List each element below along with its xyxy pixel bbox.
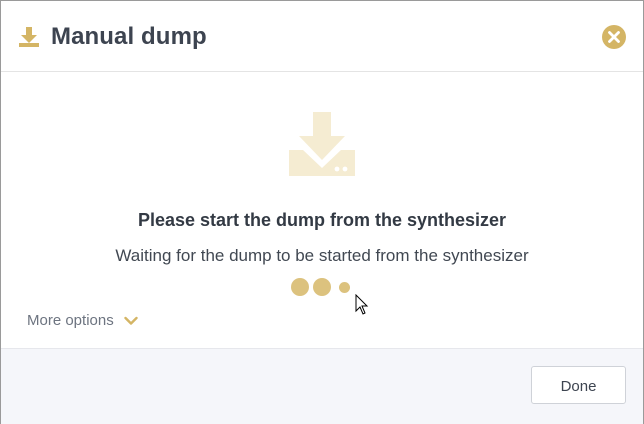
waiting-message: Waiting for the dump to be started from …	[115, 246, 529, 265]
dialog-title: Manual dump	[51, 23, 207, 50]
done-button[interactable]: Done	[531, 366, 626, 404]
loading-dot	[339, 282, 350, 293]
loading-dot	[291, 278, 309, 296]
loading-dots	[291, 277, 361, 297]
mouse-cursor-icon	[355, 293, 369, 316]
download-tray-icon	[289, 112, 355, 176]
dialog-body: Please start the dump from the synthesiz…	[1, 72, 643, 348]
loading-dot	[313, 278, 331, 296]
download-icon	[18, 26, 40, 48]
close-icon[interactable]	[602, 25, 626, 49]
more-options-label: More options	[27, 312, 114, 329]
chevron-down-icon	[124, 316, 138, 325]
more-options-toggle[interactable]: More options	[27, 312, 138, 329]
manual-dump-dialog: Manual dump Please start the dump from t…	[0, 0, 644, 424]
dialog-header: Manual dump	[1, 1, 643, 72]
dialog-heading: Please start the dump from the synthesiz…	[137, 210, 507, 230]
dialog-footer: Done	[1, 348, 643, 424]
